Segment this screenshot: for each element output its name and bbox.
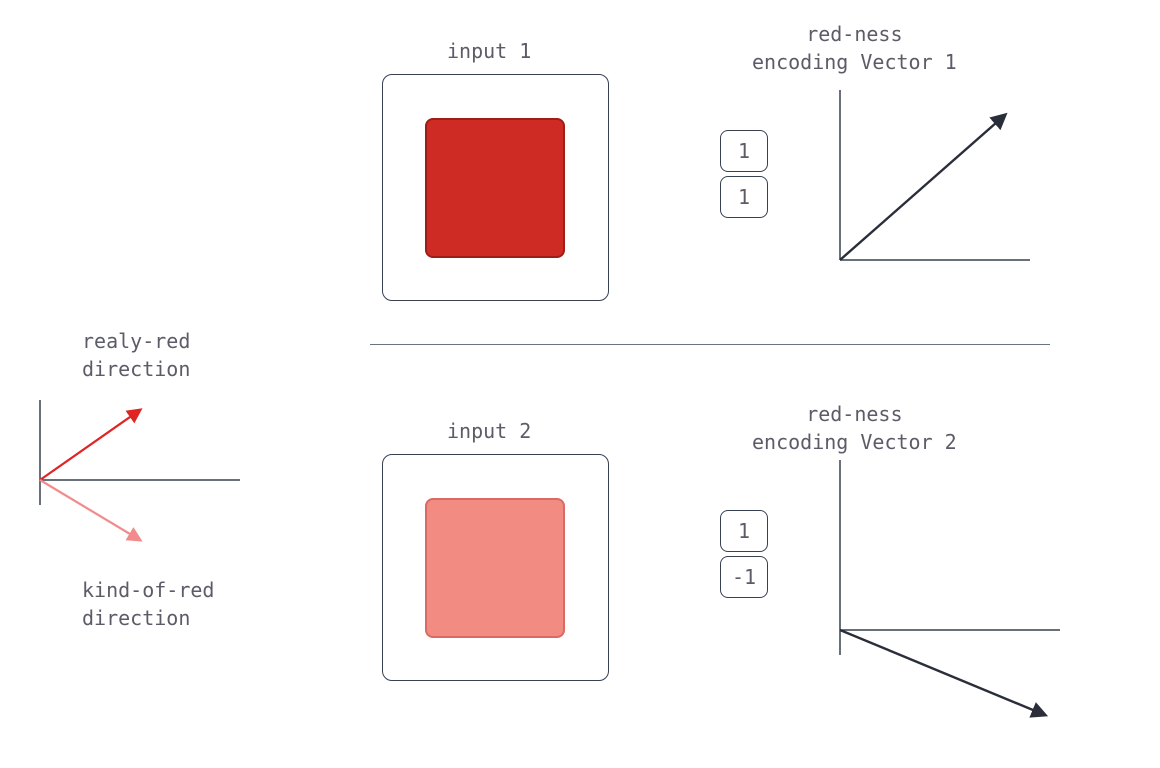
vector1-arrow: [840, 115, 1005, 260]
vector2-arrow: [840, 630, 1045, 715]
vector2-cell-1: -1: [720, 556, 768, 598]
input1-square: [425, 118, 565, 258]
vector1-cell-0: 1: [720, 130, 768, 172]
kind-of-red-label: kind-of-red direction: [82, 576, 214, 632]
legend-axes: [40, 400, 280, 560]
hr-separator: [370, 344, 1050, 345]
input1-label: input 1: [447, 37, 531, 65]
vector2-label: red-ness encoding Vector 2: [752, 400, 957, 456]
plot2: [840, 460, 1090, 720]
input2-square: [425, 498, 565, 638]
vector1-cell-1: 1: [720, 176, 768, 218]
kind-of-red-arrow: [40, 480, 140, 540]
vector1-label: red-ness encoding Vector 1: [752, 20, 957, 76]
really-red-arrow: [40, 410, 140, 480]
really-red-label: realy-red direction: [82, 327, 190, 383]
vector2-cell-0: 1: [720, 510, 768, 552]
plot1: [840, 90, 1060, 280]
input2-label: input 2: [447, 417, 531, 445]
